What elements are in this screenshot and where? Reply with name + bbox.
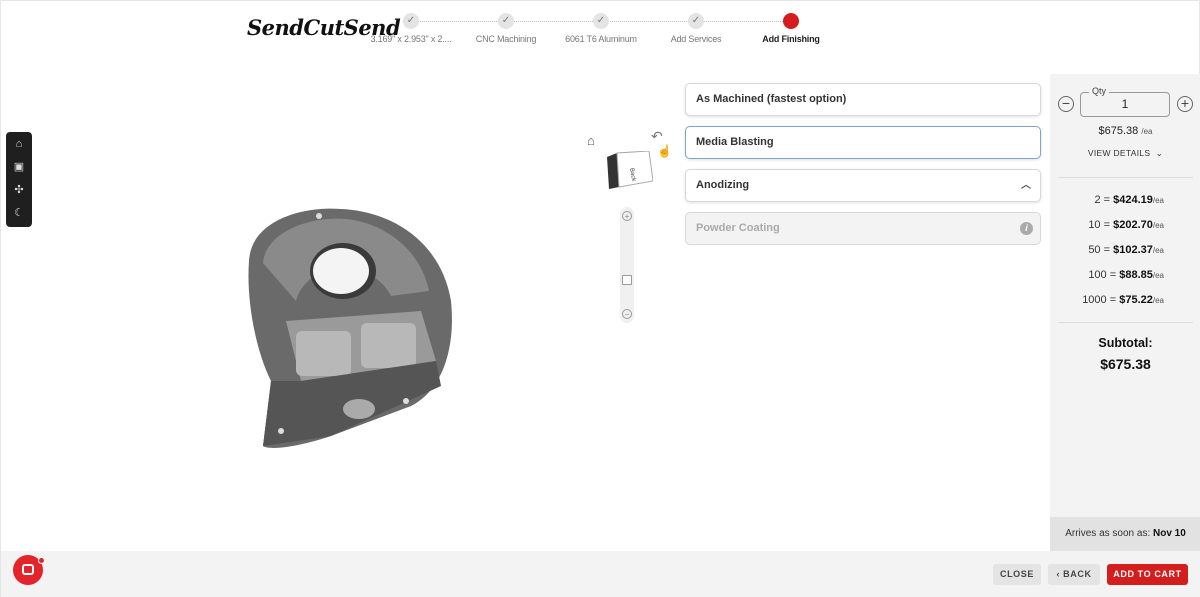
zoom-in-icon[interactable]: + <box>622 211 632 221</box>
frame-icon[interactable]: ▣ <box>6 156 32 179</box>
tier-equals: = <box>1100 194 1114 206</box>
tier-price: $88.85 <box>1119 269 1153 281</box>
check-icon: ✓ <box>593 13 609 29</box>
tier-suffix: /ea <box>1152 246 1164 255</box>
price-tier: 10 = $202.70/ea <box>1088 219 1164 231</box>
add-to-cart-label: ADD TO CART <box>1113 569 1182 579</box>
rotate-icon[interactable]: ↶ <box>651 128 663 145</box>
back-button[interactable]: ‹ BACK <box>1048 564 1100 585</box>
tier-equals: = <box>1106 269 1120 281</box>
check-icon: ✓ <box>688 13 704 29</box>
pricing-panel: − Qty 1 + $675.38 /ea VIEW DETAILS ⌄ 2 =… <box>1050 74 1200 551</box>
qty-field[interactable]: Qty 1 <box>1080 86 1170 117</box>
tier-qty: 100 <box>1088 269 1107 281</box>
pan-hand-icon[interactable]: ☝ <box>657 144 672 158</box>
step-material[interactable]: ✓ 6061 T6 Aluminum <box>551 13 651 44</box>
home-icon[interactable]: ⌂ <box>6 133 32 156</box>
explode-icon[interactable]: ✣ <box>6 179 32 202</box>
view-details-label: VIEW DETAILS <box>1087 148 1151 158</box>
finish-option-anodizing[interactable]: Anodizing ︿ <box>685 169 1041 202</box>
viewcube-home-icon[interactable]: ⌂ <box>587 133 595 148</box>
tier-equals: = <box>1100 244 1114 256</box>
step-dimensions[interactable]: ✓ 3.169" x 2.953" x 2.... <box>361 13 461 44</box>
notification-dot <box>38 557 45 564</box>
tier-qty: 10 <box>1088 219 1101 231</box>
finish-option-powder-coating[interactable]: Powder Coating i <box>685 212 1041 245</box>
viewer-toolbar: ⌂ ▣ ✣ ☾ <box>6 132 32 227</box>
finishing-page: SendCutSend ✓ 3.169" x 2.953" x 2.... ✓ … <box>0 0 1200 597</box>
tier-price: $102.37 <box>1113 244 1153 256</box>
tier-qty: 1000 <box>1082 294 1107 306</box>
qty-value[interactable]: 1 <box>1081 97 1169 111</box>
price-tier: 50 = $102.37/ea <box>1088 244 1164 256</box>
active-step-dot <box>783 13 799 29</box>
tier-qty: 50 <box>1088 244 1101 256</box>
part-3d-model[interactable] <box>241 201 461 456</box>
step-label: 3.169" x 2.953" x 2.... <box>370 34 452 44</box>
option-label: Powder Coating <box>696 222 780 234</box>
option-label: Anodizing <box>696 179 750 191</box>
step-label: 6061 T6 Aluminum <box>565 34 637 44</box>
progress-steps: ✓ 3.169" x 2.953" x 2.... ✓ CNC Machinin… <box>361 13 831 53</box>
step-add-services[interactable]: ✓ Add Services <box>646 13 746 44</box>
step-cnc-machining[interactable]: ✓ CNC Machining <box>456 13 556 44</box>
close-label: CLOSE <box>999 569 1034 579</box>
step-label: CNC Machining <box>475 34 537 44</box>
arrives-date: Nov 10 <box>1153 528 1186 539</box>
check-icon: ✓ <box>498 13 514 29</box>
zoom-out-icon[interactable]: − <box>622 309 632 319</box>
chat-icon <box>22 564 34 575</box>
tier-suffix: /ea <box>1152 271 1164 280</box>
arrival-estimate: Arrives as soon as: Nov 10 <box>1050 517 1200 551</box>
view-cube[interactable]: Back <box>605 151 653 189</box>
chevron-up-icon: ︿ <box>1021 180 1031 191</box>
step-label: Add Services <box>670 34 722 44</box>
tier-suffix: /ea <box>1152 221 1164 230</box>
price-tier: 2 = $424.19/ea <box>1094 194 1164 206</box>
decrement-qty-button[interactable]: − <box>1058 96 1074 112</box>
close-button[interactable]: CLOSE <box>993 564 1041 585</box>
zoom-handle[interactable] <box>622 275 632 285</box>
option-label: As Machined (fastest option) <box>696 93 847 105</box>
tier-price: $75.22 <box>1119 294 1153 306</box>
unit-suffix: /ea <box>1141 127 1153 136</box>
finish-option-as-machined[interactable]: As Machined (fastest option) <box>685 83 1041 116</box>
tier-suffix: /ea <box>1152 196 1164 205</box>
info-icon[interactable]: i <box>1020 222 1033 235</box>
divider <box>1058 177 1193 178</box>
finish-option-media-blasting[interactable]: Media Blasting <box>685 126 1041 159</box>
unit-price: $675.38 /ea <box>1050 125 1200 137</box>
moon-icon[interactable]: ☾ <box>6 202 32 225</box>
arrives-label: Arrives as soon as: <box>1065 528 1153 539</box>
tier-price: $424.19 <box>1113 194 1153 206</box>
chevron-down-icon: ⌄ <box>1153 148 1164 158</box>
step-add-finishing[interactable]: Add Finishing <box>741 13 841 44</box>
back-label: BACK <box>1063 569 1092 579</box>
step-label: Add Finishing <box>762 34 820 44</box>
price-tier: 1000 = $75.22/ea <box>1082 294 1164 306</box>
subtotal-label: Subtotal: <box>1098 336 1153 350</box>
unit-price-value: $675.38 <box>1098 125 1139 137</box>
add-to-cart-button[interactable]: ADD TO CART <box>1107 564 1188 585</box>
tier-equals: = <box>1100 219 1114 231</box>
view-details-link[interactable]: VIEW DETAILS ⌄ <box>1050 148 1200 159</box>
check-icon: ✓ <box>403 13 419 29</box>
price-tier: 100 = $88.85/ea <box>1088 269 1164 281</box>
zoom-slider[interactable]: + − <box>620 207 634 323</box>
option-label: Media Blasting <box>696 136 774 148</box>
tier-equals: = <box>1106 294 1120 306</box>
increment-qty-button[interactable]: + <box>1177 96 1193 112</box>
footer-bar: CLOSE ‹ BACK ADD TO CART <box>1 551 1200 597</box>
divider <box>1058 322 1193 323</box>
chat-launcher-button[interactable] <box>13 555 45 585</box>
tier-suffix: /ea <box>1152 296 1164 305</box>
subtotal-value: $675.38 <box>1100 356 1151 372</box>
tier-price: $202.70 <box>1113 219 1153 231</box>
qty-label: Qty <box>1089 86 1110 96</box>
